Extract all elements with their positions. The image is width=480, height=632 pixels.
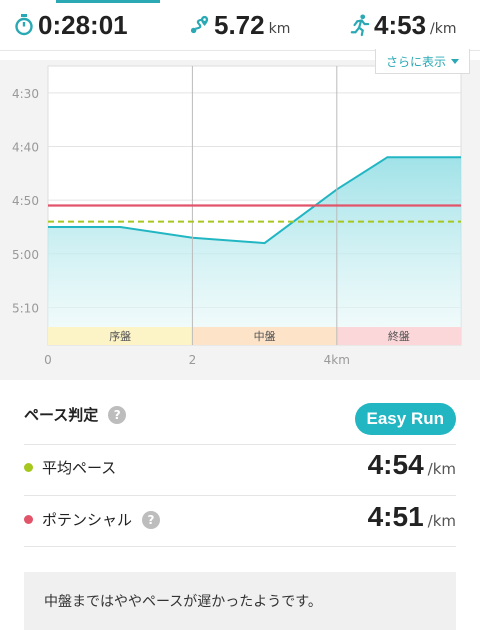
potential-pace-row: ポテンシャル ? 4:51 /km [24,499,456,539]
potential-pace-value: 4:51 /km [368,501,456,533]
distance-stat: 5.72 km [190,8,290,42]
pace-stat: 4:53 /km [350,8,457,42]
divider [24,495,456,496]
y-tick-label: 4:30 [12,87,39,101]
active-tab-indicator [56,0,160,3]
pace-unit: /km [430,21,457,37]
elapsed-time: 0:28:01 [38,9,128,40]
divider [24,444,456,445]
stopwatch-icon [14,13,34,37]
average-pace-row: 平均ペース 4:54 /km [24,447,456,487]
potential-pace-number: 4:51 [367,501,424,532]
pace-chart-svg: 4:30 4:40 4:50 5:00 5:10 序盤 中盤 終盤 0 2 4km [12,65,462,367]
show-more-label: さらに表示 [385,54,446,69]
help-icon[interactable]: ? [142,510,161,529]
segment-label: 中盤 [254,330,276,343]
dropdown-arrow-icon [451,58,459,64]
pace-assessment-label: ペース判定 [24,406,99,424]
average-pace-number: 4:54 [367,449,424,480]
divider [24,546,456,547]
average-pace-value: 4:54 /km [368,449,456,481]
y-tick-label: 5:00 [12,248,39,262]
x-tick-label: 0 [44,353,52,367]
elapsed-time-stat: 0:28:01 [14,8,128,42]
potential-pace-dot [24,515,33,524]
show-more-button[interactable]: さらに表示 [374,49,470,74]
summary-bar: 0:28:01 5.72 km 4:53 /km [0,0,480,51]
average-pace-dot [24,463,33,472]
y-tick-label: 4:40 [12,140,39,154]
route-icon [190,13,210,37]
x-tick-label: 2 [189,353,197,367]
x-tick-label: 4km [324,353,350,367]
segment-label: 序盤 [109,329,131,343]
assessment-comment: 中盤まではややペースが遅かったようです。 [24,572,456,630]
distance-unit: km [268,21,291,37]
pace-value: 4:53 [374,9,427,40]
segment-label: 終盤 [388,329,410,343]
run-type-badge: Easy Run [354,403,456,435]
help-icon[interactable]: ? [108,405,127,424]
runner-icon [350,13,370,37]
pace-assessment-title: ペース判定 ? [24,404,127,425]
y-tick-label: 5:10 [12,301,39,315]
average-pace-unit: /km [427,460,456,478]
average-pace-label: 平均ペース [42,459,117,477]
potential-pace-text: ポテンシャル [42,511,133,529]
potential-pace-unit: /km [427,512,456,530]
potential-pace-label: ポテンシャル ? [42,509,161,530]
pace-chart: 4:30 4:40 4:50 5:00 5:10 序盤 中盤 終盤 0 2 4km [0,60,480,380]
distance-value: 5.72 [214,9,265,40]
y-tick-label: 4:50 [12,194,39,208]
